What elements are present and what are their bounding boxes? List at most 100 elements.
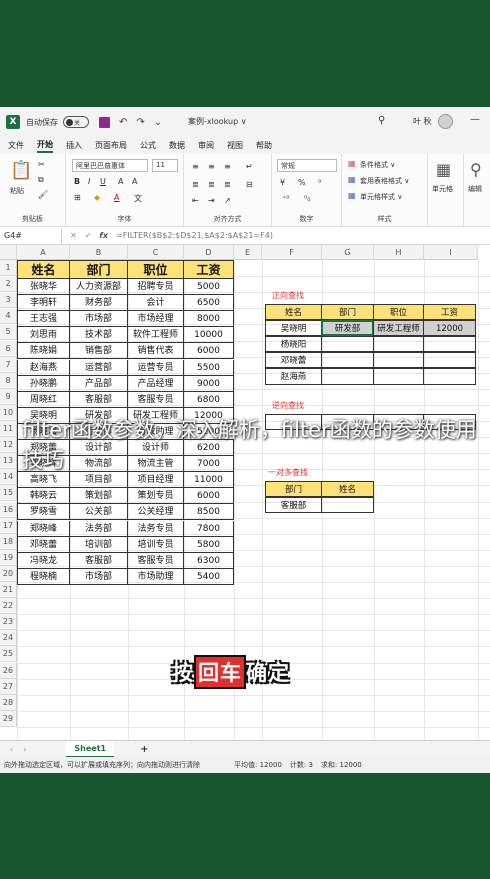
table-cell[interactable]: 6000	[184, 488, 234, 505]
row-header[interactable]: 5	[0, 324, 17, 341]
lookup-cell[interactable]	[423, 336, 476, 353]
lookup-cell[interactable]	[321, 336, 374, 353]
table-header-cell[interactable]: 部门	[70, 260, 128, 279]
row-header[interactable]: 23	[0, 614, 17, 631]
lookup-cell[interactable]	[423, 352, 476, 369]
increase-decimal-icon[interactable]: ⁺⁰	[282, 194, 289, 203]
menu-formulas[interactable]: 公式	[140, 140, 156, 151]
indent-increase-icon[interactable]: ⇥	[208, 196, 215, 205]
one-to-many-header-cell[interactable]: 姓名	[321, 481, 374, 498]
lookup-cell[interactable]: 12000	[423, 320, 476, 337]
search-icon[interactable]: ⚲	[378, 115, 385, 126]
table-cell[interactable]: 客服专员	[128, 552, 184, 569]
table-cell[interactable]: 软件工程师	[128, 327, 184, 344]
avatar[interactable]	[438, 114, 453, 129]
bold-icon[interactable]: B	[74, 177, 80, 186]
menu-home[interactable]: 开始	[37, 139, 53, 153]
table-cell[interactable]: 韩晓云	[17, 488, 70, 505]
table-cell[interactable]: 陈晓娟	[17, 343, 70, 360]
table-cell[interactable]: 5800	[184, 536, 234, 553]
one-to-many-cell[interactable]: 客服部	[265, 497, 322, 514]
row-header[interactable]: 4	[0, 308, 17, 325]
table-cell[interactable]: 王志强	[17, 311, 70, 328]
align-left-icon[interactable]: ≣	[192, 180, 199, 189]
lookup-cell[interactable]	[423, 368, 476, 385]
lookup-cell[interactable]: 邓晓蕾	[265, 352, 322, 369]
font-size-select[interactable]: 11	[152, 159, 178, 172]
menu-data[interactable]: 数据	[169, 140, 185, 151]
row-header[interactable]: 28	[0, 694, 17, 711]
column-header[interactable]: D	[184, 245, 234, 260]
copy-icon[interactable]: ⧉	[38, 175, 44, 185]
table-cell[interactable]: 刘思雨	[17, 327, 70, 344]
table-cell[interactable]: 会计	[128, 295, 184, 312]
autosave-toggle[interactable]: 关	[63, 116, 89, 128]
save-icon[interactable]	[99, 116, 110, 128]
column-header[interactable]: F	[262, 245, 322, 260]
table-cell[interactable]: 技术部	[70, 327, 128, 344]
row-header[interactable]: 16	[0, 501, 17, 518]
row-header[interactable]: 8	[0, 372, 17, 389]
row-header[interactable]: 2	[0, 276, 17, 293]
table-format-icon[interactable]: ▦	[348, 175, 356, 184]
row-header[interactable]: 6	[0, 340, 17, 357]
lookup-header-cell[interactable]: 姓名	[265, 304, 322, 321]
row-header[interactable]: 19	[0, 549, 17, 566]
font-color-icon[interactable]: A	[114, 193, 119, 202]
lookup-cell[interactable]: 赵海燕	[265, 368, 322, 385]
table-header-cell[interactable]: 姓名	[17, 260, 70, 279]
cancel-icon[interactable]: ✕	[70, 231, 77, 240]
table-cell[interactable]: 张晓华	[17, 279, 70, 296]
table-cell[interactable]: 客服部	[70, 391, 128, 408]
phonetic-icon[interactable]: 文	[134, 193, 142, 204]
paste-icon[interactable]: 📋	[10, 160, 32, 181]
column-header[interactable]: C	[128, 245, 184, 260]
table-cell[interactable]: 财务部	[70, 295, 128, 312]
lookup-header-cell[interactable]: 职位	[373, 304, 424, 321]
row-header[interactable]: 11	[0, 421, 17, 438]
row-header[interactable]: 14	[0, 469, 17, 486]
lookup-cell[interactable]	[373, 368, 424, 385]
table-cell[interactable]: 策划专员	[128, 488, 184, 505]
wrap-text-icon[interactable]: ↵	[246, 162, 253, 171]
row-header[interactable]: 17	[0, 517, 17, 534]
prev-sheet-icon[interactable]: ‹	[10, 745, 13, 754]
table-cell[interactable]: 市场经理	[128, 311, 184, 328]
table-cell[interactable]: 市场部	[70, 311, 128, 328]
font-name-select[interactable]: 阿里巴巴普惠体	[72, 159, 148, 172]
lookup-header-cell[interactable]: 工资	[423, 304, 476, 321]
one-to-many-cell[interactable]	[321, 497, 374, 514]
lookup-cell[interactable]: 研发工程师	[373, 320, 424, 337]
cells-icon[interactable]: ▦	[436, 160, 451, 179]
lookup-cell[interactable]	[321, 352, 374, 369]
next-sheet-icon[interactable]: ›	[23, 745, 26, 754]
table-cell[interactable]: 法务专员	[128, 520, 184, 537]
number-format-select[interactable]: 常规	[277, 159, 337, 172]
row-header[interactable]: 21	[0, 582, 17, 599]
lookup-cell[interactable]	[373, 336, 424, 353]
row-header[interactable]: 24	[0, 630, 17, 647]
row-header[interactable]: 20	[0, 565, 17, 582]
menu-file[interactable]: 文件	[8, 140, 24, 151]
lookup-header-cell[interactable]: 部门	[321, 304, 374, 321]
column-header[interactable]: B	[70, 245, 128, 260]
cond-format-button[interactable]: 条件格式 ∨	[360, 160, 395, 170]
table-cell[interactable]: 销售部	[70, 343, 128, 360]
row-header[interactable]: 9	[0, 388, 17, 405]
table-cell[interactable]: 运营专员	[128, 359, 184, 376]
row-header[interactable]: 29	[0, 710, 17, 727]
sheet-tab[interactable]: Sheet1	[66, 740, 115, 758]
table-cell[interactable]: 5000	[184, 279, 234, 296]
table-cell[interactable]: 公关经理	[128, 504, 184, 521]
merge-icon[interactable]: ⊟	[246, 180, 253, 189]
table-cell[interactable]: 孙晓鹏	[17, 375, 70, 392]
table-cell[interactable]: 8500	[184, 504, 234, 521]
name-box[interactable]: G4#	[0, 228, 62, 243]
table-cell[interactable]: 程晓楠	[17, 568, 70, 585]
editing-button[interactable]: 编辑	[468, 184, 482, 194]
table-cell[interactable]: 5400	[184, 568, 234, 585]
align-right-icon[interactable]: ≣	[224, 180, 231, 189]
table-cell[interactable]: 周晓红	[17, 391, 70, 408]
align-center-icon[interactable]: ≣	[208, 180, 215, 189]
italic-icon[interactable]: I	[88, 177, 90, 186]
